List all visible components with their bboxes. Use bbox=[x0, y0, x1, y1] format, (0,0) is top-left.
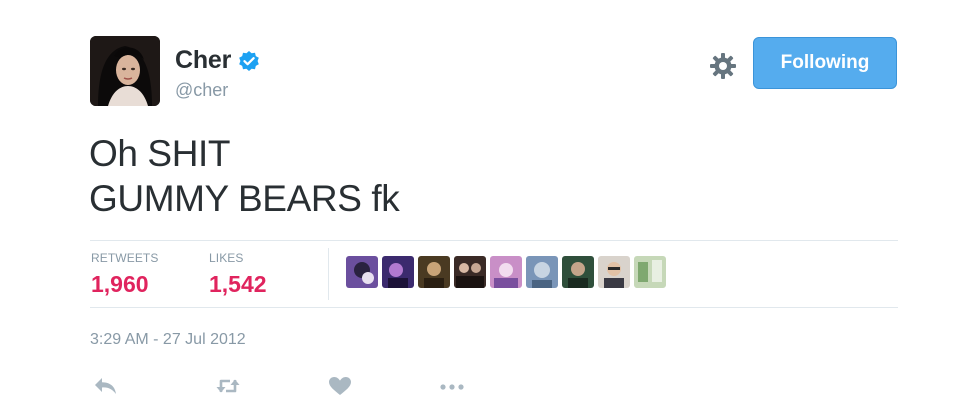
retweets-stat[interactable]: RETWEETS 1,960 bbox=[91, 251, 158, 298]
verified-badge-icon bbox=[238, 50, 260, 72]
profile-photo-icon bbox=[90, 36, 160, 106]
likes-stat[interactable]: LIKES 1,542 bbox=[209, 251, 267, 298]
stats-separator bbox=[328, 248, 329, 300]
name-row: Cher bbox=[175, 46, 260, 75]
likes-label: LIKES bbox=[209, 251, 244, 265]
divider-bottom bbox=[90, 307, 898, 308]
tweet-text: Oh SHIT GUMMY BEARS fk bbox=[89, 131, 400, 221]
user-handle[interactable]: @cher bbox=[175, 80, 228, 101]
liker-avatar-2[interactable] bbox=[382, 256, 414, 288]
more-icon[interactable] bbox=[438, 374, 466, 398]
liker-avatars bbox=[346, 256, 666, 288]
reply-icon[interactable] bbox=[92, 374, 120, 398]
liker-avatar-5[interactable] bbox=[490, 256, 522, 288]
tweet-text-line-2: GUMMY BEARS fk bbox=[89, 178, 400, 219]
heart-icon[interactable] bbox=[326, 374, 354, 398]
following-button[interactable]: Following bbox=[753, 37, 897, 89]
liker-avatar-1[interactable] bbox=[346, 256, 378, 288]
display-name[interactable]: Cher bbox=[175, 46, 231, 75]
liker-avatar-4[interactable] bbox=[454, 256, 486, 288]
retweets-count: 1,960 bbox=[91, 271, 149, 297]
profile-avatar[interactable] bbox=[90, 36, 160, 106]
tweet-card: Cher @cher Following Oh SHIT GUMMY BEARS… bbox=[0, 0, 980, 418]
tweet-text-line-1: Oh SHIT bbox=[89, 133, 231, 174]
liker-avatar-7[interactable] bbox=[562, 256, 594, 288]
liker-avatar-9[interactable] bbox=[634, 256, 666, 288]
liker-avatar-6[interactable] bbox=[526, 256, 558, 288]
gear-icon[interactable] bbox=[707, 50, 739, 82]
tweet-timestamp[interactable]: 3:29 AM - 27 Jul 2012 bbox=[90, 331, 246, 349]
divider-top bbox=[90, 240, 898, 241]
likes-count: 1,542 bbox=[209, 271, 267, 297]
retweet-icon[interactable] bbox=[214, 374, 242, 398]
liker-avatar-8[interactable] bbox=[598, 256, 630, 288]
liker-avatar-3[interactable] bbox=[418, 256, 450, 288]
retweets-label: RETWEETS bbox=[91, 251, 159, 265]
